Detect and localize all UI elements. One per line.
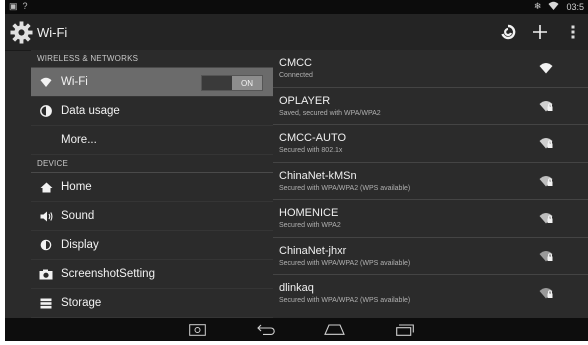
home-icon xyxy=(39,180,53,194)
unknown-notification-icon: ? xyxy=(22,1,28,11)
settings-item-screenshot[interactable]: ScreenshotSetting xyxy=(31,260,273,289)
network-status: Secured with 802.1x xyxy=(279,147,343,154)
more-vert-icon xyxy=(571,25,575,39)
network-item[interactable]: ChinaNet-jhxr Secured with WPA/WPA2 (WPS… xyxy=(273,238,588,275)
settings-item-label: Wi-Fi xyxy=(61,76,88,88)
bluetooth-icon: ❄ xyxy=(533,1,542,11)
network-item[interactable]: OPLAYER Saved, secured with WPA/WPA2 xyxy=(273,88,588,125)
settings-item-label: Data usage xyxy=(61,105,120,117)
network-item[interactable]: dlinkaq Secured with WPA/WPA2 (WPS avail… xyxy=(273,275,588,312)
settings-item-label: Home xyxy=(61,181,92,193)
network-status: Secured with WPA/WPA2 (WPS available) xyxy=(279,297,411,304)
camera-icon xyxy=(39,267,53,281)
network-name: ChinaNet-jhxr xyxy=(279,244,347,257)
network-status: Secured with WPA2 xyxy=(279,222,341,229)
settings-item-sound[interactable]: Sound xyxy=(31,202,273,231)
network-name: CMCC-AUTO xyxy=(279,132,347,144)
wifi-signal-lock-icon xyxy=(539,100,553,111)
android-screen: ▣ ? ❄ 03:5 Wi-Fi WIRELESS & NETWORKS Wi-… xyxy=(5,0,588,341)
settings-item-data-usage[interactable]: Data usage xyxy=(31,97,273,126)
data-usage-icon xyxy=(39,104,53,118)
wifi-signal-lock-icon xyxy=(539,175,553,186)
wifi-signal-lock-icon xyxy=(539,288,553,299)
wps-button[interactable] xyxy=(496,20,520,44)
display-icon xyxy=(39,238,53,252)
screenshot-notification-icon: ▣ xyxy=(9,1,18,11)
wifi-toggle[interactable]: ON xyxy=(201,75,263,91)
home-nav-button[interactable] xyxy=(323,323,345,336)
system-navigation-bar xyxy=(5,318,588,341)
section-header-wireless: WIRELESS & NETWORKS xyxy=(31,50,273,68)
section-header-device: DEVICE xyxy=(31,155,273,173)
network-name: dlinkaq xyxy=(279,282,314,294)
plus-icon xyxy=(533,25,547,39)
network-item[interactable]: ChinaNet-kMSn Secured with WPA/WPA2 (WPS… xyxy=(273,163,588,200)
recent-apps-button[interactable] xyxy=(395,323,415,336)
add-network-button[interactable] xyxy=(528,20,552,44)
overflow-menu-button[interactable] xyxy=(566,20,580,44)
network-name: HOMENICE xyxy=(279,207,339,219)
settings-item-more[interactable]: More... xyxy=(31,126,273,155)
wifi-icon xyxy=(39,75,53,89)
network-item[interactable]: HOMENICE Secured with WPA2 xyxy=(273,200,588,238)
settings-item-label: Storage xyxy=(61,297,102,309)
wifi-toggle-state: ON xyxy=(232,76,262,90)
wifi-signal-open-icon xyxy=(539,63,553,74)
settings-item-label: Sound xyxy=(61,210,95,222)
back-button[interactable] xyxy=(256,323,276,336)
screenshot-icon xyxy=(188,323,206,336)
wifi-network-list: CMCC Connected OPLAYER Saved, secured wi… xyxy=(273,50,588,318)
network-status: Connected xyxy=(279,72,313,79)
settings-item-wifi[interactable]: Wi-Fi ON xyxy=(31,68,273,97)
wifi-status-icon xyxy=(548,1,559,12)
network-name: OPLAYER xyxy=(279,94,331,107)
network-status: Secured with WPA/WPA2 (WPS available) xyxy=(279,259,411,267)
settings-gear-icon[interactable] xyxy=(10,21,33,44)
wifi-signal-lock-icon xyxy=(539,250,553,261)
network-name: CMCC xyxy=(279,57,312,69)
back-icon xyxy=(256,324,275,335)
settings-item-label: More... xyxy=(61,134,97,146)
screenshot-button[interactable] xyxy=(188,323,206,336)
storage-icon xyxy=(39,296,53,310)
settings-item-label: ScreenshotSetting xyxy=(61,268,155,280)
network-item[interactable]: CMCC Connected xyxy=(273,50,588,88)
settings-categories: WIRELESS & NETWORKS Wi-Fi ON Data usage xyxy=(31,50,273,318)
status-bar: ▣ ? ❄ 03:5 xyxy=(5,0,588,14)
recent-apps-icon xyxy=(396,323,414,336)
home-nav-icon xyxy=(323,324,345,335)
speaker-icon xyxy=(39,209,53,223)
settings-item-home[interactable]: Home xyxy=(31,173,273,202)
network-status: Secured with WPA/WPA2 (WPS available) xyxy=(279,184,411,192)
network-name: ChinaNet-kMSn xyxy=(279,169,357,182)
network-status: Saved, secured with WPA/WPA2 xyxy=(279,109,381,117)
wifi-signal-lock-icon xyxy=(539,138,553,149)
page-title: Wi-Fi xyxy=(37,25,68,40)
settings-item-display[interactable]: Display xyxy=(31,231,273,260)
wifi-signal-lock-icon xyxy=(539,213,553,224)
network-item[interactable]: CMCC-AUTO Secured with 802.1x xyxy=(273,125,588,163)
action-bar: Wi-Fi xyxy=(5,14,588,51)
clock: 03:5 xyxy=(566,1,584,12)
settings-item-storage[interactable]: Storage xyxy=(31,289,273,318)
wps-icon xyxy=(501,24,516,40)
settings-item-label: Display xyxy=(61,239,99,251)
